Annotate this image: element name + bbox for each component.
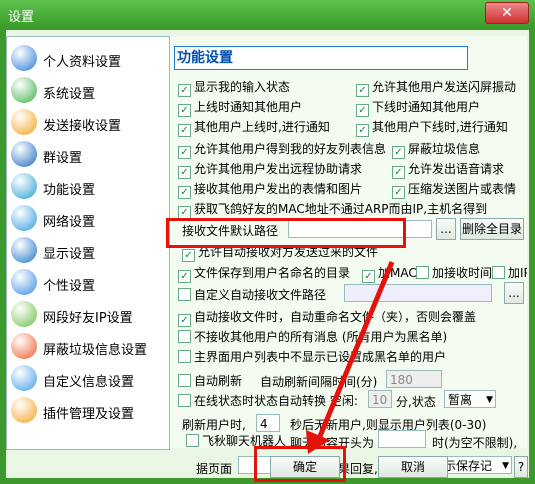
add-mac-checkbox[interactable]: ✓ 加MAC [362,264,417,283]
show-input-status-checkbox[interactable]: ✓ 显示我的输入状态 [178,78,290,97]
save-by-name-checkbox[interactable]: ✓ 文件保存到用户名命名的目录 [178,264,350,283]
plugin-icon [11,397,37,423]
cancel-button[interactable]: 取消 [378,456,448,478]
sidebar-item-label: 自定义信息设置 [43,375,135,390]
chat-prefix-input[interactable] [378,430,426,448]
auto-refresh-checkbox[interactable]: 自动刷新 [178,372,242,389]
idle-minutes-input[interactable]: 10 [368,390,392,408]
sidebar-item-label: 个性设置 [43,279,96,294]
refresh-interval-label: 自动刷新间隔时间(分) [260,375,378,389]
status-label: 分,状态 [396,395,436,409]
display-icon [11,237,37,263]
star-icon [11,269,37,295]
notify-online-checkbox[interactable]: ✓ 上线时通知其他用户 [178,98,302,117]
sidebar-item-label: 发送接收设置 [43,119,122,134]
chevron-down-icon: ▼ [486,395,493,405]
custom-path-input[interactable] [344,284,492,302]
sidebar-item-label: 网段好友IP设置 [43,311,133,326]
sidebar-item-label: 个人资料设置 [43,55,122,70]
delete-all-button[interactable]: 删除全目录 [460,218,524,240]
sidebar-item[interactable]: 插件管理及设置 [9,397,167,427]
mail-icon [11,109,37,135]
title-bar: 设置 ✕ [0,0,535,28]
others-offline-checkbox[interactable]: ✓ 其他用户下线时,进行通知 [356,118,508,137]
sidebar-item[interactable]: 网络设置 [9,205,167,235]
refresh-users-label: 刷新用户时, [182,418,246,432]
sidebar-item[interactable]: 群设置 [9,141,167,171]
add-time-checkbox[interactable]: 加接收时间 [416,264,492,281]
function-icon [11,173,37,199]
sidebar-item-label: 屏蔽垃圾信息设置 [43,343,148,358]
online-status-checkbox[interactable]: 在线状态时状态自动转换 空闲: [178,392,358,409]
custom-icon [11,365,37,391]
sidebar-item[interactable]: 显示设置 [9,237,167,267]
hide-main-checkbox[interactable]: 主界面用户列表中不显示已设置成黑名单的用户 [178,348,446,365]
compress-image-checkbox[interactable]: ✓ 压缩发送图片或表情 [392,180,516,199]
network-icon [11,205,37,231]
others-online-checkbox[interactable]: ✓ 其他用户上线时,进行通知 [178,118,330,137]
settings-window: 个人资料设置 系统设置 发送接收设置 群设置 功能设置 网络设置 显示设置 个性设置 网段好友I… [6,30,529,478]
group-icon [11,141,37,167]
block-hint-checkbox[interactable]: ✓ 屏蔽垃圾信息 [392,140,480,159]
section-title: 功能设置 [174,46,468,70]
chat-suffix: 时(为空不限制), [432,436,518,450]
reply-page-label: 据页面 [196,462,233,476]
window-title: 设置 [8,10,35,25]
browse-button[interactable]: ... [436,218,456,240]
status-select[interactable]: 暂离 ▼ [444,390,496,408]
custom-path-checkbox[interactable]: 自定义自动接收文件路径 [178,286,326,303]
sidebar-item-label: 网络设置 [43,215,96,230]
notify-offline-checkbox[interactable]: ✓ 下线时通知其他用户 [356,98,480,117]
allow-get-friends-checkbox[interactable]: ✓ 允许其他用户得到我的好友列表信息 [178,140,386,159]
receive-emoji-checkbox[interactable]: ✓ 接收其他用户发出的表情和图片 [178,180,362,199]
sidebar-item[interactable]: 发送接收设置 [9,109,167,139]
auto-rename-checkbox[interactable]: ✓ 自动接收文件时，自动重命名文件（夹），否则会覆盖 [178,308,476,327]
sidebar: 个人资料设置 系统设置发送接收设置 群设置功能设置网络设置显示设置个性设置网段好友I… [6,36,170,450]
sidebar-item[interactable]: 网段好友IP设置 [9,301,167,331]
refresh-interval-input[interactable]: 180 [386,370,442,388]
sidebar-item-label: 功能设置 [43,183,96,198]
sidebar-item-label: 群设置 [43,151,83,166]
block-icon [11,333,37,359]
sidebar-item[interactable]: 功能设置 [9,173,167,203]
add-ip-checkbox[interactable]: 加IP [492,264,527,281]
custom-browse-button[interactable]: ... [504,282,524,304]
sidebar-item[interactable]: 系统设置 [9,77,167,107]
sidebar-item[interactable]: 个性设置 [9,269,167,299]
sidebar-item-label: 系统设置 [43,87,96,102]
sidebar-item-label: 插件管理及设置 [43,407,135,422]
get-mac-checkbox[interactable]: ✓ 获取飞鸽好友的MAC地址不通过ARP而由IP,主机名得到 [178,200,487,219]
close-button[interactable]: ✕ [485,2,529,24]
highlight-box-ok [254,446,346,482]
no-blacklist-checkbox[interactable]: 不接收其他用户的所有消息 (所有用户为黑名单) [178,328,447,345]
allow-voice-checkbox[interactable]: ✓ 允许发出语音请求 [392,160,504,179]
highlight-box-auto-receive [166,218,406,248]
chevron-down-icon: ▼ [502,461,509,471]
person-icon [11,45,37,71]
refresh-seconds-input[interactable]: 4 [256,414,280,432]
allow-remote-checkbox[interactable]: ✓ 允许其他用户发出远程协助请求 [178,160,362,179]
sidebar-item[interactable]: 屏蔽垃圾信息设置 [9,333,167,363]
gear-icon [11,77,37,103]
sidebar-item-label: 显示设置 [43,247,96,262]
sidebar-item[interactable]: 自定义信息设置 [9,365,167,395]
allow-flash-checkbox[interactable]: ✓ 允许其他用户发送闪屏振动 [356,78,516,97]
help-button[interactable]: ? [514,456,528,478]
ip-icon [11,301,37,327]
sidebar-item[interactable]: 个人资料设置 [9,45,167,75]
